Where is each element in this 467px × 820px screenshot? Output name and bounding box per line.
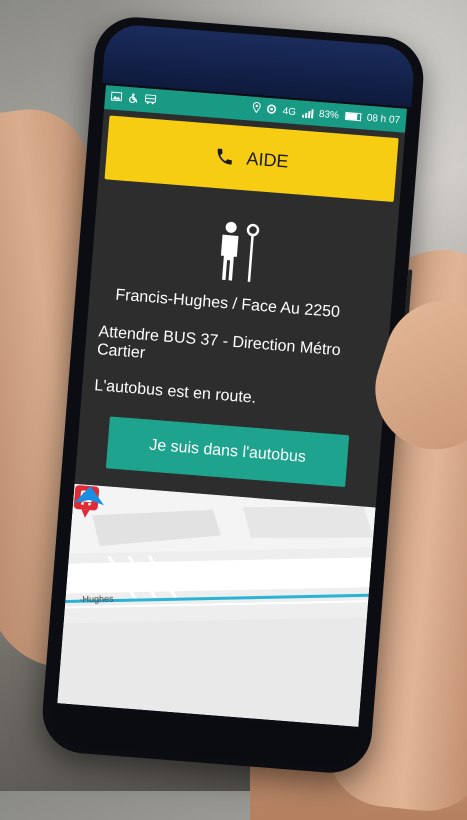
status-left-icons (110, 91, 157, 108)
location-pin-icon (252, 102, 262, 117)
phone: 4G 83% 08 h 07 AIDE Francis-Hughes / Fac… (39, 14, 427, 776)
sync-icon (266, 103, 277, 117)
map-roads (57, 483, 376, 727)
street-label: -Hughes (79, 593, 114, 605)
image-icon (110, 91, 123, 105)
on-bus-button[interactable]: Je suis dans l'autobus (105, 416, 350, 488)
phone-icon (217, 148, 232, 165)
clock: 08 h 07 (366, 112, 401, 126)
accessibility-icon (127, 92, 139, 106)
app-screen: 4G 83% 08 h 07 AIDE Francis-Hughes / Fac… (57, 85, 407, 727)
signal-icon (301, 108, 314, 118)
battery-icon (344, 111, 362, 122)
phone-body: 4G 83% 08 h 07 AIDE Francis-Hughes / Fac… (39, 14, 427, 776)
route-status: L'autobus est en route. (93, 377, 257, 407)
wait-instruction: Attendre BUS 37 - Direction Métro Cartie… (96, 323, 342, 362)
bus-icon (144, 93, 157, 108)
bus-stop-person-icon (220, 221, 260, 282)
help-button-label: AIDE (245, 147, 290, 172)
battery-percent: 83% (318, 108, 340, 121)
battery-fill (345, 113, 358, 120)
stop-name: Francis-Hughes / Face Au 2250 (114, 286, 341, 322)
network-type: 4G (282, 105, 297, 118)
status-right-icons: 4G 83% 08 h 07 (252, 102, 401, 128)
map-view[interactable]: -Hughes (57, 483, 376, 727)
navigation-arrow-icon (74, 486, 104, 506)
